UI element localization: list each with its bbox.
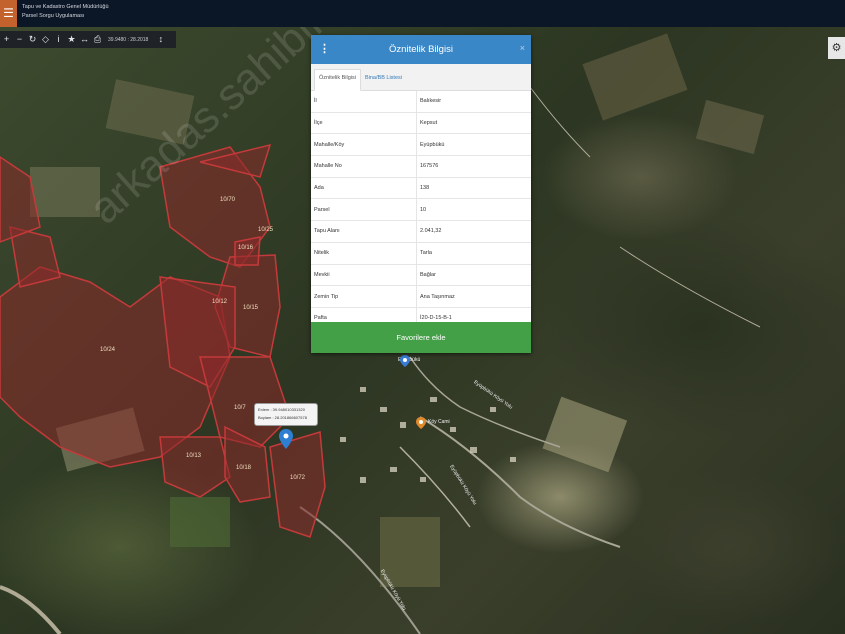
measure-icon[interactable]: ↔ [78,31,91,48]
app-title-line1: Tapu ve Kadastro Genel Müdürlüğü [22,4,109,10]
table-row: Parsel 10 [311,199,531,222]
parcel-label: 10/70 [220,197,236,203]
table-row: Mahalle/Köy Eyüpbükü [311,134,531,157]
poi-pin-icon[interactable] [400,355,410,367]
coordinate-readout: 39.9480 : 28.2018 [108,36,149,43]
parcel-label: 10/16 [238,245,254,251]
row-key: Mahalle/Köy [311,134,417,156]
panel-header: ⋮ Öznitelik Bilgisi × [311,35,531,64]
parcel-label: 10/15 [243,305,259,311]
row-value: Tarla [420,250,432,257]
row-key: Mevkii [311,264,417,286]
parcel-label: 10/18 [236,465,252,471]
app-title-line2: Parsel Sorgu Uygulaması [22,13,85,19]
row-value: Bağlar [420,271,436,278]
row-key: Ada [311,177,417,199]
vertical-arrows-icon[interactable]: ↕ [154,31,167,48]
top-bar: ☰ Tapu ve Kadastro Genel Müdürlüğü Parse… [0,0,845,27]
table-row: Mevkii Bağlar [311,264,531,287]
panel-title: Öznitelik Bilgisi [389,44,453,55]
panel-tabs: Öznitelik Bilgisi Bina/BB Listesi [311,64,531,91]
row-key: İl [311,91,417,112]
map-toolbar: + − ↻ ◇ i ★ ↔ ⎙ 39.9480 : 28.2018 ↕ [0,31,176,48]
coordinate-tooltip: Enlem : 39.948010331320 Boylam : 28.2018… [254,403,318,426]
row-value: 10 [420,206,427,213]
print-icon[interactable]: ⎙ [91,31,104,48]
row-value: Ana Taşınmaz [420,293,455,300]
close-icon[interactable]: × [520,43,525,53]
info-icon[interactable]: i [52,31,65,48]
refresh-icon[interactable]: ↻ [26,31,39,48]
table-row: Nitelik Tarla [311,242,531,265]
location-marker-icon[interactable] [279,429,293,449]
add-favorite-button[interactable]: Favorilere ekle [311,322,531,353]
mosque-pin-icon[interactable] [416,417,426,429]
locate-icon[interactable]: ◇ [39,31,52,48]
table-row: Ada 138 [311,177,531,200]
row-key: İlçe [311,112,417,134]
parcel-label: 10/12 [212,299,228,305]
poi-label: Köy Cami [428,419,450,425]
tooltip-longitude: Boylam : 28.201866607578 [258,415,307,420]
star-icon[interactable]: ★ [65,31,78,48]
row-key: Nitelik [311,242,417,264]
tab-building-list[interactable]: Bina/BB Listesi [361,70,406,90]
row-key: Tapu Alanı [311,221,417,242]
attribute-panel: ⋮ Öznitelik Bilgisi × Öznitelik Bilgisi … [311,35,531,353]
parcel-label: 10/13 [186,453,202,459]
parcel-label: 10/72 [290,475,306,481]
parcel-label: 10/24 [100,347,116,353]
parcel-label: 10/7 [234,405,246,411]
row-key: Mahalle No [311,156,417,177]
row-value: 2.041,32 [420,228,442,235]
row-value: Kepsut [420,120,438,127]
row-value: 167576 [420,163,439,170]
tab-attribute-info[interactable]: Öznitelik Bilgisi [314,69,361,91]
table-row: Mahalle No 167576 [311,156,531,178]
app-title: Tapu ve Kadastro Genel Müdürlüğü Parsel … [22,3,109,21]
zoom-in-icon[interactable]: + [0,31,13,48]
parcel-label: 10/25 [258,227,274,233]
row-value: Balıkesir [420,98,442,105]
table-row: İl Balıkesir [311,91,531,113]
row-value: Eyüpbükü [420,141,445,148]
row-key: Parsel [311,199,417,221]
hamburger-icon[interactable]: ☰ [0,0,17,27]
row-key: Zemin Tip [311,286,417,307]
tooltip-latitude: Enlem : 39.948010331320 [258,407,305,412]
gear-icon[interactable]: ⚙ [828,37,845,59]
attribute-table: İl Balıkesir İlçe Kepsut Mahalle/Köy Eyüpbü… [311,91,531,330]
row-value: İ20-D-15-B-1 [420,315,452,322]
table-row: Zemin Tip Ana Taşınmaz [311,286,531,308]
zoom-out-icon[interactable]: − [13,31,26,48]
table-row: Tapu Alanı 2.041,32 [311,221,531,243]
row-value: 138 [420,185,430,192]
table-row: İlçe Kepsut [311,112,531,135]
